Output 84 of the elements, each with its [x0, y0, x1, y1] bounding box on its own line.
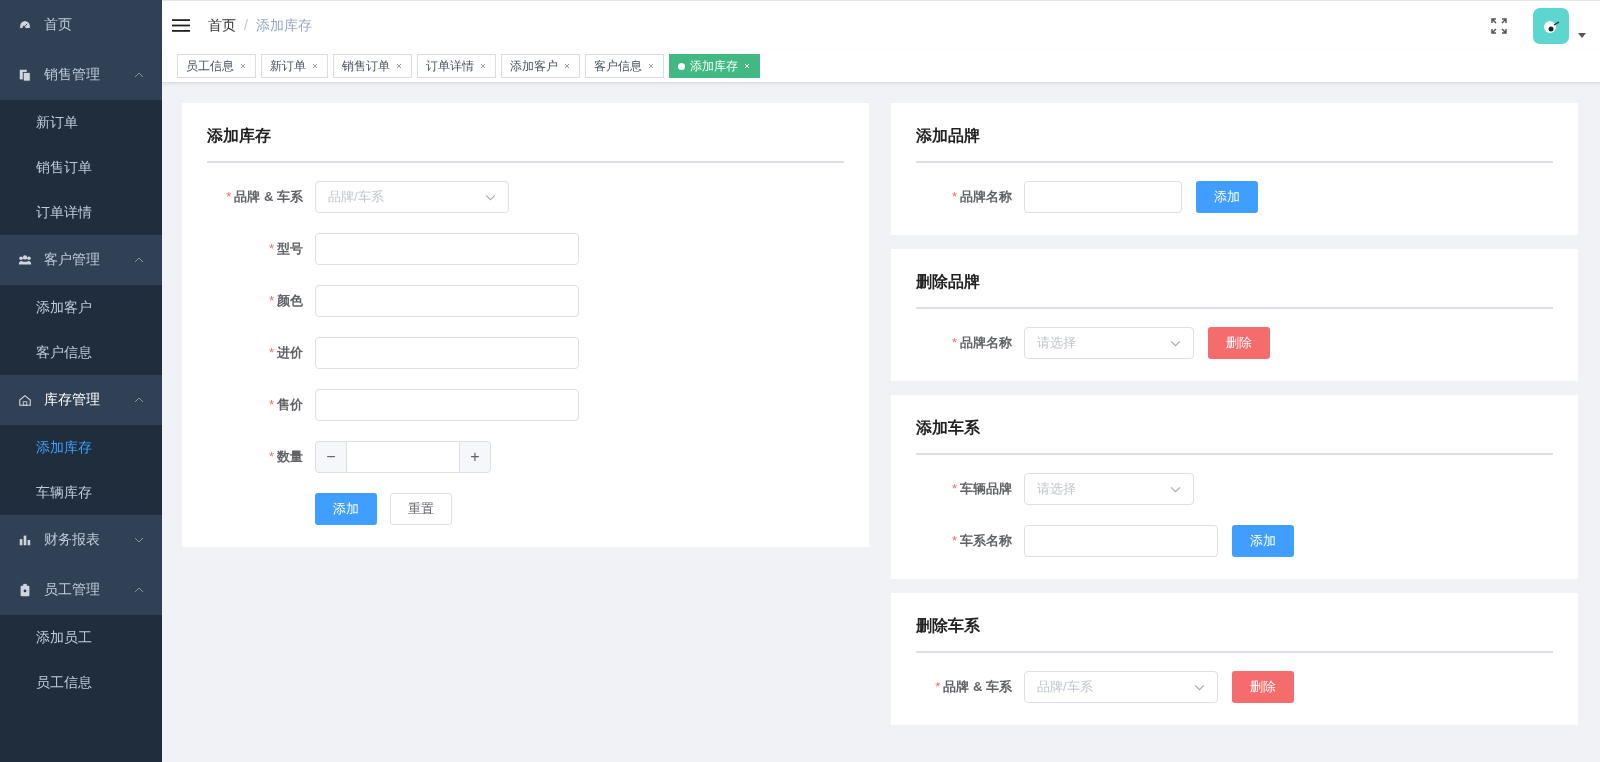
- sidebar-item[interactable]: 销售管理: [0, 50, 162, 100]
- chevron-down-icon: [134, 537, 144, 543]
- chevron-down-icon: [1170, 339, 1181, 347]
- documents-icon: [18, 68, 32, 82]
- card-title: 删除车系: [916, 616, 981, 636]
- chevron-up-icon: [134, 587, 144, 593]
- breadcrumb-item: 添加库存: [255, 16, 312, 35]
- tab[interactable]: 销售订单: [333, 54, 412, 78]
- field-label: 售价: [277, 397, 303, 412]
- field-label: 品牌名称: [960, 335, 1012, 350]
- input-field[interactable]: [315, 285, 579, 317]
- required-mark: *: [226, 189, 232, 204]
- field-label: 颜色: [277, 293, 303, 308]
- close-icon[interactable]: [395, 62, 403, 70]
- increment-button[interactable]: +: [459, 441, 491, 473]
- required-mark: *: [951, 335, 957, 350]
- chevron-down-icon: [485, 193, 496, 201]
- tab[interactable]: 客户信息: [585, 54, 664, 78]
- card-title: 添加车系: [916, 418, 981, 438]
- breadcrumb-item[interactable]: 首页: [208, 16, 236, 35]
- card-title: 添加品牌: [916, 126, 981, 146]
- chevron-up-icon: [134, 397, 144, 403]
- tab-label[interactable]: 员工信息: [186, 55, 234, 77]
- chevron-down-icon: [1194, 683, 1205, 691]
- form-button[interactable]: 重置: [390, 493, 452, 525]
- field-label: 品牌 & 车系: [234, 189, 303, 204]
- dashboard-icon: [18, 18, 32, 32]
- field-label: 车辆品牌: [960, 481, 1012, 496]
- required-mark: *: [935, 679, 941, 694]
- required-mark: *: [268, 345, 274, 360]
- tab-label[interactable]: 客户信息: [594, 55, 642, 77]
- input-field[interactable]: [315, 233, 579, 265]
- sidebar-item[interactable]: 首页: [0, 0, 162, 50]
- field-label: 进价: [277, 345, 303, 360]
- required-mark: *: [268, 293, 274, 308]
- input-field[interactable]: [1024, 525, 1218, 557]
- required-mark: *: [951, 189, 957, 204]
- card-title: 删除品牌: [916, 272, 981, 292]
- required-mark: *: [951, 533, 957, 548]
- fullscreen-icon[interactable]: [1491, 17, 1507, 34]
- field-label: 数量: [277, 449, 303, 464]
- required-mark: *: [268, 241, 274, 256]
- tab[interactable]: 添加客户: [501, 54, 580, 78]
- required-mark: *: [268, 449, 274, 464]
- tab[interactable]: 员工信息: [177, 54, 256, 78]
- close-icon[interactable]: [239, 62, 247, 70]
- sidebar-item[interactable]: 财务报表: [0, 515, 162, 565]
- input-field[interactable]: [315, 389, 579, 421]
- field-label: 品牌名称: [960, 189, 1012, 204]
- sidebar-item[interactable]: 库存管理: [0, 375, 162, 425]
- dot-icon: [678, 62, 685, 70]
- card-title: 添加库存: [207, 126, 272, 146]
- house-icon: [18, 393, 32, 407]
- chevron-up-icon: [134, 257, 144, 263]
- required-mark: *: [268, 397, 274, 412]
- menu-icon[interactable]: [172, 18, 190, 33]
- number-field[interactable]: [347, 441, 459, 473]
- field-label: 品牌 & 车系: [943, 679, 1012, 694]
- input-field[interactable]: [1024, 181, 1182, 213]
- sidebar-item[interactable]: 员工管理: [0, 565, 162, 615]
- tab[interactable]: 订单详情: [417, 54, 496, 78]
- tab-label[interactable]: 订单详情: [426, 55, 474, 77]
- close-icon[interactable]: [479, 62, 487, 70]
- breadcrumb-separator: /: [244, 16, 248, 35]
- close-icon[interactable]: [311, 62, 319, 70]
- chevron-up-icon: [134, 72, 144, 78]
- tab-label[interactable]: 添加客户: [510, 55, 558, 77]
- bar-chart-icon: [18, 533, 32, 547]
- clipboard-icon: [18, 583, 32, 597]
- chevron-down-icon: [1170, 485, 1181, 493]
- close-icon[interactable]: [563, 62, 571, 70]
- users-icon: [18, 253, 32, 267]
- input-field[interactable]: [315, 337, 579, 369]
- avatar-icon[interactable]: [1533, 7, 1569, 44]
- field-label: 车系名称: [960, 533, 1012, 548]
- tab-label[interactable]: 销售订单: [342, 55, 390, 77]
- close-icon[interactable]: [647, 62, 655, 70]
- caret-icon[interactable]: [1578, 33, 1586, 38]
- field-label: 型号: [277, 241, 303, 256]
- required-mark: *: [951, 481, 957, 496]
- sidebar-item[interactable]: 客户管理: [0, 235, 162, 285]
- tab[interactable]: 新订单: [261, 54, 328, 78]
- decrement-button[interactable]: −: [315, 441, 347, 473]
- tab-label[interactable]: 新订单: [270, 55, 306, 77]
